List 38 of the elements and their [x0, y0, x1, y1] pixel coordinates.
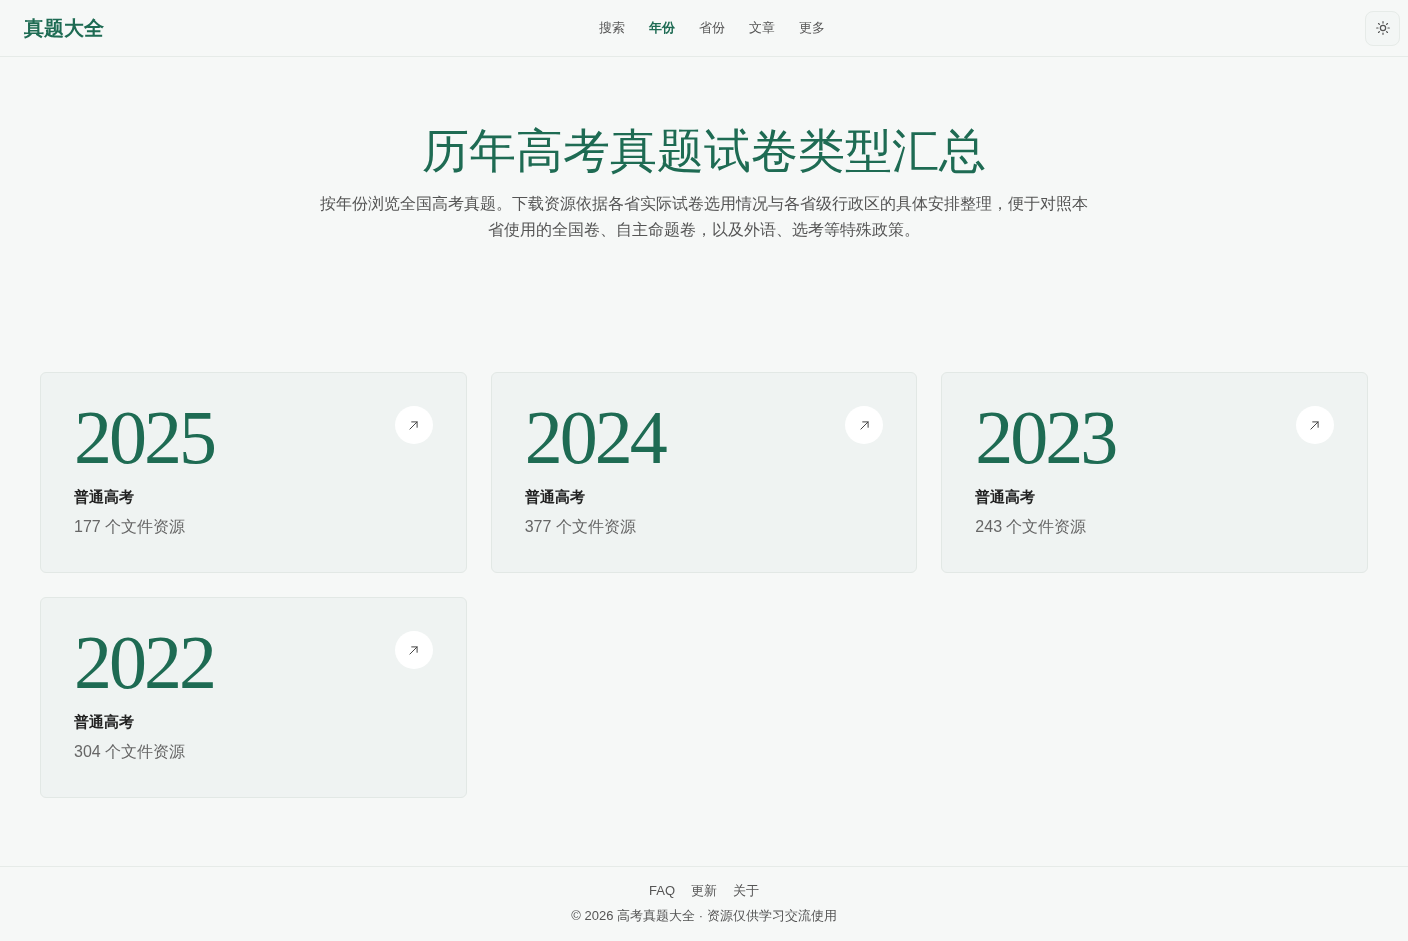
open-arrow-button[interactable] [845, 406, 884, 444]
exam-type-label: 普通高考 [74, 712, 134, 732]
open-arrow-button[interactable] [394, 631, 433, 669]
theme-toggle-button[interactable] [1365, 10, 1400, 46]
site-logo[interactable]: 真题大全 [24, 16, 104, 40]
footer-link[interactable]: 关于 [733, 882, 759, 900]
open-arrow-button[interactable] [1296, 406, 1334, 444]
exam-type-label: 普通高考 [74, 487, 134, 507]
year-card[interactable]: 2025 普通高考 177 个文件资源 [40, 372, 467, 573]
nav-link[interactable]: 省份 [699, 19, 725, 37]
page-title: 历年高考真题试卷类型汇总 [422, 123, 986, 179]
sun-icon [1375, 21, 1390, 35]
file-count: 304 个文件资源 [74, 742, 186, 762]
file-count: 377 个文件资源 [524, 517, 636, 537]
year-card[interactable]: 2024 普通高考 377 个文件资源 [490, 372, 918, 573]
year-card[interactable]: 2023 普通高考 243 个文件资源 [941, 372, 1368, 573]
nav-link[interactable]: 搜索 [599, 19, 625, 37]
arrow-up-right-icon [409, 420, 419, 430]
year-number: 2023 [975, 399, 1116, 475]
file-count: 177 个文件资源 [74, 517, 186, 537]
nav-link[interactable]: 年份 [649, 19, 675, 37]
copyright-text: © 2026 高考真题大全 · 资源仅供学习交流使用 [571, 907, 837, 925]
arrow-up-right-icon [859, 420, 869, 430]
nav-link[interactable]: 文章 [749, 19, 775, 37]
footer-link[interactable]: 更新 [691, 882, 717, 900]
arrow-up-right-icon [409, 645, 419, 655]
file-count: 243 个文件资源 [975, 517, 1087, 537]
year-card[interactable]: 2022 普通高考 304 个文件资源 [40, 597, 467, 798]
exam-type-label: 普通高考 [524, 487, 585, 507]
page-description: 按年份浏览全国高考真题。下载资源依据各省实际试卷选用情况与各省级行政区的具体安排整理，便于对照本省使用的全国卷、自主命题卷，以及外语、选考等特殊政策。 [319, 194, 1089, 240]
year-number: 2025 [74, 399, 214, 475]
year-number: 2022 [74, 624, 214, 700]
year-number: 2024 [524, 399, 665, 475]
arrow-up-right-icon [1310, 420, 1320, 430]
nav-link[interactable]: 更多 [799, 19, 825, 37]
open-arrow-button[interactable] [394, 406, 433, 444]
footer-link[interactable]: FAQ [649, 882, 675, 900]
exam-type-label: 普通高考 [975, 487, 1036, 507]
